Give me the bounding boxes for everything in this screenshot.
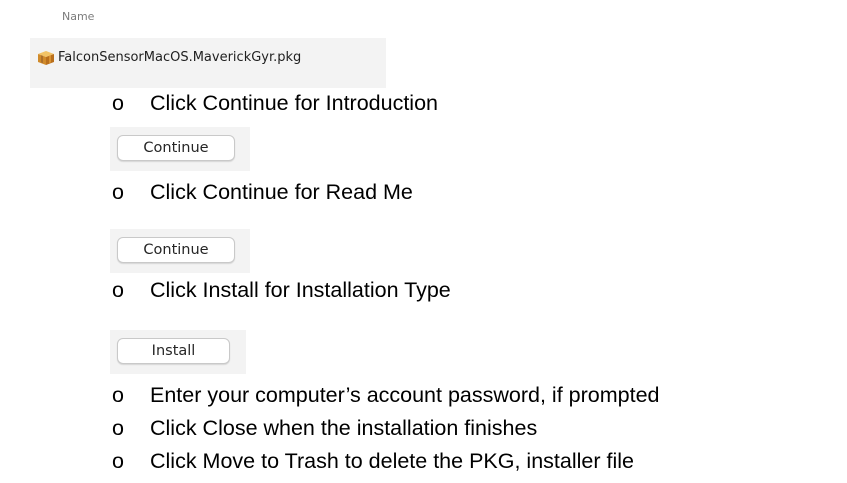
install-button-panel: Install	[110, 330, 246, 374]
step-read-me: o Click Continue for Read Me	[112, 180, 413, 205]
package-icon	[38, 51, 54, 65]
bullet-marker: o	[112, 180, 124, 204]
bullet-marker: o	[112, 449, 124, 473]
continue-button-panel: Continue	[110, 229, 250, 273]
continue-button[interactable]: Continue	[117, 135, 235, 161]
file-name[interactable]: FalconSensorMacOS.MaverickGyr.pkg	[58, 50, 301, 65]
continue-button[interactable]: Continue	[117, 237, 235, 263]
step-close: o Click Close when the installation finis…	[112, 416, 537, 441]
step-text: Click Continue for Read Me	[150, 180, 413, 204]
bullet-marker: o	[112, 383, 124, 407]
step-move-to-trash: o Click Move to Trash to delete the PKG, …	[112, 449, 634, 474]
bullet-marker: o	[112, 91, 124, 115]
name-column-header[interactable]: Name	[62, 10, 94, 23]
step-introduction: o Click Continue for Introduction	[112, 91, 438, 116]
step-installation-type: o Click Install for Installation Type	[112, 278, 451, 303]
bullet-marker: o	[112, 416, 124, 440]
step-text: Click Install for Installation Type	[150, 278, 451, 302]
step-text: Enter your computer’s account password, …	[150, 383, 660, 407]
step-text: Click Close when the installation finish…	[150, 416, 538, 440]
finder-list-header: Name	[30, 0, 386, 38]
file-row[interactable]: FalconSensorMacOS.MaverickGyr.pkg	[30, 38, 386, 76]
step-password: o Enter your computer’s account password,…	[112, 383, 659, 408]
continue-button-panel: Continue	[110, 127, 250, 171]
bullet-marker: o	[112, 278, 124, 302]
finder-file-list: Name FalconSensorMacOS.MaverickGyr.pkg	[30, 0, 386, 88]
step-text: Click Continue for Introduction	[150, 91, 439, 115]
install-button[interactable]: Install	[117, 338, 230, 364]
step-text: Click Move to Trash to delete the PKG, i…	[150, 449, 634, 473]
